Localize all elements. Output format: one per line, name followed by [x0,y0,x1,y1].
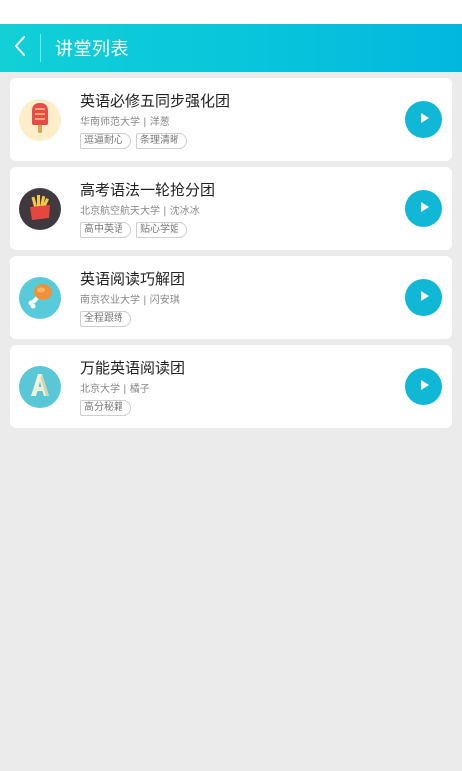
course-tags: 逗逼耐心 条理清晰 [80,132,405,149]
course-card[interactable]: 英语必修五同步强化团 华南师范大学 | 洋葱 逗逼耐心 条理清晰 [10,78,452,161]
play-icon [417,199,431,218]
fries-icon [25,192,55,226]
popsicle-icon [26,101,54,139]
play-icon [417,377,431,396]
play-icon [417,110,431,129]
course-title: 英语必修五同步强化团 [80,91,231,110]
course-info: 英语必修五同步强化团 华南师范大学 | 洋葱 逗逼耐心 条理清晰 [80,91,405,149]
course-tag: 条理清晰 [136,132,187,149]
header-bar: 讲堂列表 [0,24,462,72]
course-tag: 全程跟练 [80,310,131,327]
course-title: 英语阅读巧解团 [80,269,186,288]
course-meta: 南京农业大学 | 闪安琪 [80,294,180,306]
course-meta: 北京大学 | 橘子 [80,383,150,395]
course-card[interactable]: 高考语法一轮抢分团 北京航空航天大学 | 沈冰冰 高中英语 贴心学姐 [10,167,452,250]
course-avatar [19,187,61,230]
course-avatar [19,98,61,141]
header-divider [40,34,41,62]
course-card[interactable]: 英语阅读巧解团 南京农业大学 | 闪安琪 全程跟练 [10,256,452,339]
course-meta: 华南师范大学 | 洋葱 [80,116,170,128]
course-tag: 逗逼耐心 [80,132,131,149]
course-meta: 北京航空航天大学 | 沈冰冰 [80,205,200,217]
course-tag: 贴心学姐 [136,221,187,238]
course-list: 英语必修五同步强化团 华南师范大学 | 洋葱 逗逼耐心 条理清晰 高考语法一轮抢… [0,72,462,428]
course-tags: 高中英语 贴心学姐 [80,221,405,238]
back-button[interactable] [0,24,40,72]
course-avatar [19,276,61,319]
course-title: 万能英语阅读团 [80,358,186,377]
page-title: 讲堂列表 [55,39,129,60]
course-info: 英语阅读巧解团 南京农业大学 | 闪安琪 全程跟练 [80,269,405,327]
course-title: 高考语法一轮抢分团 [80,180,216,199]
course-info: 高考语法一轮抢分团 北京航空航天大学 | 沈冰冰 高中英语 贴心学姐 [80,180,405,238]
drumstick-icon [25,281,55,315]
course-info: 万能英语阅读团 北京大学 | 橘子 高分秘籍 [80,358,405,416]
letter-a-icon [25,370,55,404]
play-button[interactable] [405,279,442,316]
play-button[interactable] [405,190,442,227]
course-tags: 全程跟练 [80,310,405,327]
status-bar [0,0,462,24]
chevron-left-icon [13,35,27,61]
course-tag: 高中英语 [80,221,131,238]
play-button[interactable] [405,368,442,405]
course-tag: 高分秘籍 [80,399,131,416]
course-tags: 高分秘籍 [80,399,405,416]
play-icon [417,288,431,307]
play-button[interactable] [405,101,442,138]
course-card[interactable]: 万能英语阅读团 北京大学 | 橘子 高分秘籍 [10,345,452,428]
course-avatar [19,365,61,408]
